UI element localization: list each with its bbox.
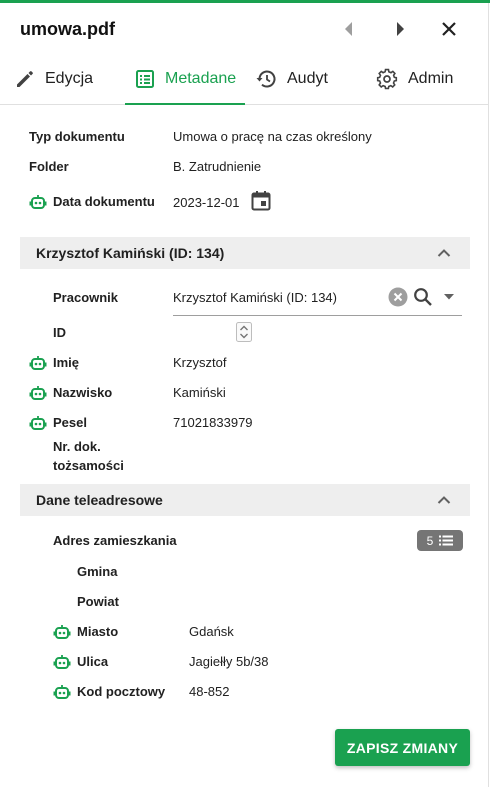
robot-icon bbox=[29, 356, 47, 370]
tab-metadane-label: Metadane bbox=[165, 70, 237, 87]
close-icon bbox=[442, 22, 456, 36]
folder-label: Folder bbox=[29, 159, 69, 174]
robot-icon bbox=[29, 386, 47, 400]
active-tab-indicator bbox=[125, 103, 245, 105]
robot-icon bbox=[53, 625, 71, 639]
postal-code-value[interactable]: 48-852 bbox=[189, 684, 229, 699]
postal-code-label: Kod pocztowy bbox=[77, 684, 166, 699]
address-count: 5 bbox=[426, 533, 434, 548]
tab-edycja-label: Edycja bbox=[45, 70, 94, 87]
tab-admin[interactable]: Admin bbox=[376, 53, 453, 105]
address-section-header[interactable]: Dane teleadresowe bbox=[20, 484, 470, 516]
last-name-value[interactable]: Kamiński bbox=[173, 385, 226, 400]
tab-metadane[interactable]: Metadane bbox=[135, 53, 236, 105]
next-document-button[interactable] bbox=[386, 15, 414, 43]
search-icon[interactable] bbox=[413, 287, 433, 307]
robot-icon bbox=[53, 655, 71, 669]
list-icon bbox=[136, 70, 154, 88]
residence-address-label: Adres zamieszkania bbox=[53, 533, 177, 548]
chevron-right-icon bbox=[397, 22, 404, 36]
previous-document-button[interactable] bbox=[335, 15, 363, 43]
panel-header: umowa.pdf bbox=[0, 3, 489, 53]
city-label: Miasto bbox=[77, 624, 119, 639]
first-name-label: Imię bbox=[53, 355, 80, 370]
street-value[interactable]: Jagiełły 5b/38 bbox=[189, 654, 269, 669]
employee-combobox-underline bbox=[173, 315, 462, 316]
calendar-icon[interactable] bbox=[251, 190, 271, 212]
save-changes-button[interactable]: ZAPISZ ZMIANY bbox=[335, 729, 470, 766]
document-title: umowa.pdf bbox=[20, 19, 115, 39]
document-type-value[interactable]: Umowa o pracę na czas określony bbox=[173, 129, 372, 144]
pencil-icon bbox=[17, 71, 33, 87]
gear-icon bbox=[376, 68, 398, 90]
robot-icon bbox=[53, 685, 71, 699]
first-name-value[interactable]: Krzysztof bbox=[173, 355, 226, 370]
id-document-number-label-line1: Nr. dok. bbox=[53, 439, 101, 454]
powiat-label: Powiat bbox=[77, 594, 119, 609]
tab-edycja[interactable]: Edycja bbox=[15, 53, 93, 105]
employee-combobox-value[interactable]: Krzysztof Kamiński (ID: 134) bbox=[173, 290, 337, 305]
last-name-label: Nazwisko bbox=[53, 385, 113, 400]
number-stepper-icon[interactable] bbox=[236, 322, 252, 342]
address-count-badge[interactable]: 5 bbox=[417, 530, 463, 551]
id-document-number-label-line2: tożsamości bbox=[53, 458, 124, 473]
employee-label: Pracownik bbox=[53, 290, 119, 305]
list-icon bbox=[439, 535, 454, 546]
clear-icon[interactable] bbox=[388, 287, 408, 307]
gmina-label: Gmina bbox=[77, 564, 118, 579]
id-label: ID bbox=[53, 325, 66, 340]
employee-section-header[interactable]: Krzysztof Kamiński (ID: 134) bbox=[20, 237, 470, 269]
chevron-up-icon[interactable] bbox=[436, 245, 452, 261]
history-icon bbox=[256, 70, 276, 88]
address-section-title: Dane teleadresowe bbox=[36, 492, 163, 508]
tab-bar: Edycja Metadane Audyt Admin bbox=[0, 53, 489, 105]
tab-audyt-label: Audyt bbox=[287, 70, 328, 87]
document-type-label: Typ dokumentu bbox=[29, 129, 125, 144]
document-date-label: Data dokumentu bbox=[53, 194, 155, 209]
city-value[interactable]: Gdańsk bbox=[189, 624, 234, 639]
employee-section-title: Krzysztof Kamiński (ID: 134) bbox=[36, 245, 225, 261]
folder-value[interactable]: B. Zatrudnienie bbox=[173, 159, 261, 174]
chevron-up-icon[interactable] bbox=[436, 492, 452, 508]
chevron-left-icon bbox=[345, 22, 352, 36]
street-label: Ulica bbox=[77, 654, 109, 669]
document-date-value[interactable]: 2023-12-01 bbox=[173, 195, 240, 210]
tab-audyt[interactable]: Audyt bbox=[255, 53, 328, 105]
close-button[interactable] bbox=[435, 15, 463, 43]
dropdown-arrow-icon[interactable] bbox=[443, 293, 455, 301]
robot-icon bbox=[29, 195, 47, 209]
tab-admin-label: Admin bbox=[408, 70, 454, 87]
pesel-label: Pesel bbox=[53, 415, 87, 430]
robot-icon bbox=[29, 416, 47, 430]
pesel-value[interactable]: 71021833979 bbox=[173, 415, 253, 430]
